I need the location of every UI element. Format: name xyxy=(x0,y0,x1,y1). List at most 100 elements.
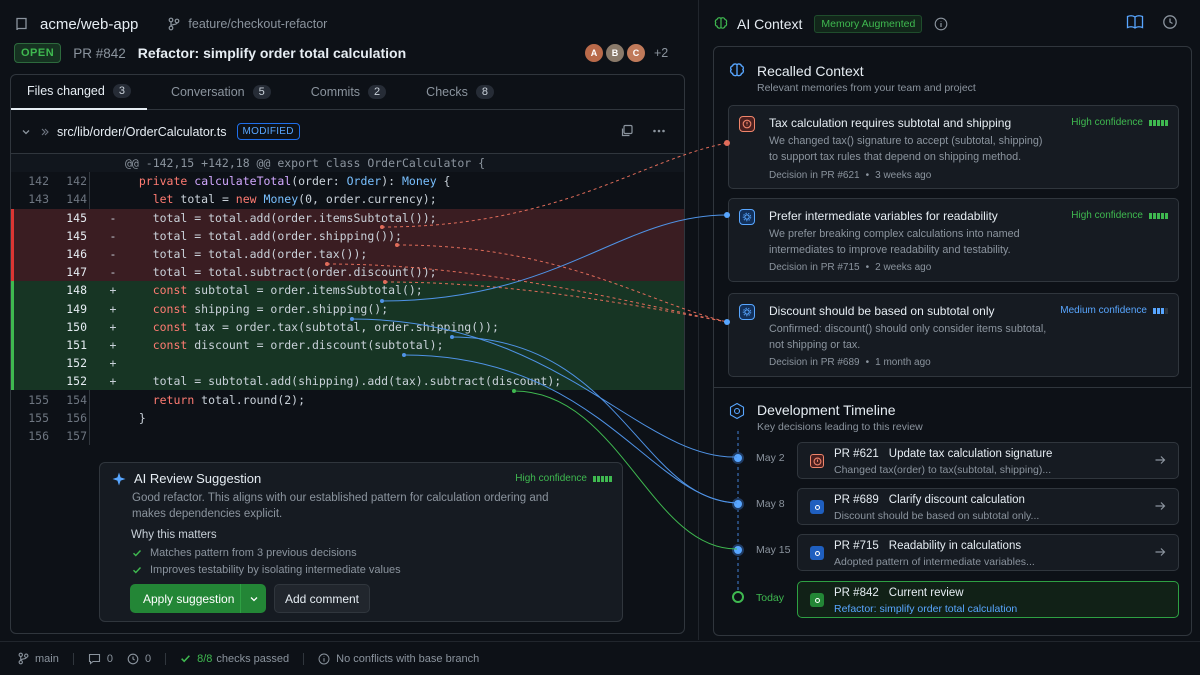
pr-number: PR #842 xyxy=(73,45,126,61)
tab-files-changed[interactable]: Files changed 3 xyxy=(11,75,147,110)
diff-line-added[interactable]: 148 + const subtotal = order.itemsSubtota… xyxy=(11,281,684,300)
footer-checks[interactable]: 8/8 checks passed xyxy=(180,653,289,665)
new-line-number: 152 xyxy=(66,356,87,371)
file-header: src/lib/order/OrderCalculator.ts MODIFIE… xyxy=(11,110,684,154)
diff-line-removed[interactable]: 145 - total = total.add(order.shipping())… xyxy=(11,226,684,246)
footer-branch[interactable]: main xyxy=(18,652,59,665)
apply-suggestion-button[interactable]: Apply suggestion xyxy=(130,584,266,613)
code-text: } xyxy=(125,410,146,425)
new-line-number: 142 xyxy=(66,174,87,189)
avatar[interactable]: A xyxy=(583,42,605,64)
diff-sign: - xyxy=(109,265,117,280)
ai-context-header: AI Context Memory Augmented xyxy=(713,13,948,35)
diff-sign: + xyxy=(109,283,117,298)
apply-label: Apply suggestion xyxy=(143,591,235,606)
timeline-date: Today xyxy=(756,592,785,604)
memory-title: Tax calculation requires subtotal and sh… xyxy=(769,116,1012,130)
avatar[interactable]: C xyxy=(625,42,647,64)
tab-conversation[interactable]: Conversation 5 xyxy=(155,75,287,110)
diff-line[interactable]: 156 157 xyxy=(11,427,684,445)
memory-card[interactable]: Tax calculation requires subtotal and sh… xyxy=(728,105,1179,189)
ai-context-title: AI Context xyxy=(737,16,803,32)
new-line-number: 157 xyxy=(66,428,87,443)
new-line-number: 150 xyxy=(66,319,87,334)
diff-line[interactable]: 155 156 } xyxy=(11,409,684,427)
memory-age: 3 weeks ago xyxy=(875,170,932,181)
new-line-number: 147 xyxy=(66,265,87,280)
tab-checks[interactable]: Checks 8 xyxy=(410,75,510,110)
brain-icon xyxy=(729,63,745,77)
more-reviewers[interactable]: +2 xyxy=(654,46,668,60)
arrow-right-icon[interactable] xyxy=(1154,500,1166,512)
chevron-down-icon[interactable] xyxy=(21,127,31,137)
code-text: total = total.add(order.shipping()); xyxy=(125,228,402,243)
timeline-icon xyxy=(729,402,745,420)
pr-title: Refactor: simplify order total calculati… xyxy=(137,45,407,61)
reviewer-avatars[interactable]: A B C +2 xyxy=(583,42,668,64)
new-line-number: 149 xyxy=(66,301,87,316)
timeline-item-current[interactable]: PR #842 Current review Refactor: simplify… xyxy=(797,581,1179,618)
diff-line-removed[interactable]: 147 - total = total.subtract(order.discou… xyxy=(11,263,684,282)
drag-handle-icon[interactable] xyxy=(39,127,49,137)
timeline-item[interactable]: PR #715 Readability in calculations Adopt… xyxy=(797,534,1179,571)
info-icon[interactable] xyxy=(934,17,948,31)
clock-icon xyxy=(127,653,139,664)
ai-review-suggestion: AI Review Suggestion High confidence Goo… xyxy=(99,462,623,622)
more-options-icon[interactable] xyxy=(652,124,666,138)
diff-line[interactable]: 142 142 private calculateTotal(order: Ord… xyxy=(11,172,684,190)
git-pull-request-icon xyxy=(814,597,820,603)
timeline-pr: PR #689 xyxy=(834,494,879,506)
diff-line[interactable]: 143 144 let total = new Money(0, order.cu… xyxy=(11,190,684,208)
add-comment-button[interactable]: Add comment xyxy=(274,584,370,613)
memory-title: Discount should be based on subtotal onl… xyxy=(769,304,995,318)
diff-line-removed[interactable]: 146 - total = total.add(order.tax()); xyxy=(11,244,684,264)
diff-panel: Files changed 3 Conversation 5 Commits 2 Ch… xyxy=(10,74,685,634)
memory-description: We prefer breaking complex calculations … xyxy=(769,228,1020,256)
settings-icon xyxy=(742,307,752,317)
brain-icon xyxy=(714,17,728,29)
arrow-right-icon[interactable] xyxy=(1154,454,1166,466)
diff-line-added[interactable]: 150 + const tax = order.tax(subtotal, ord… xyxy=(11,317,684,337)
memory-source[interactable]: Decision in PR #689 xyxy=(769,357,860,368)
old-line-number: 155 xyxy=(28,410,49,425)
memory-source[interactable]: Decision in PR #715 xyxy=(769,262,860,273)
diff-line-added[interactable]: 152 + total = subtotal.add(shipping).add(… xyxy=(11,372,684,391)
avatar[interactable]: B xyxy=(604,42,626,64)
pr-bar: OPEN PR #842 Refactor: simplify order to… xyxy=(14,42,406,64)
copy-icon[interactable] xyxy=(620,124,634,138)
diff-line[interactable]: 155 154 return total.round(2); xyxy=(11,390,684,408)
timeline-item[interactable]: PR #689 Clarify discount calculation Disc… xyxy=(797,488,1179,525)
timeline-subtitle: Key decisions leading to this review xyxy=(757,421,923,433)
footer-reviews[interactable]: 0 xyxy=(127,653,151,665)
file-path[interactable]: src/lib/order/OrderCalculator.ts xyxy=(57,125,227,139)
new-line-number: 152 xyxy=(66,374,87,389)
timeline-item-title: Current review xyxy=(888,587,964,599)
diff-sign: + xyxy=(109,337,117,352)
diff-line-added[interactable]: 151 + const discount = order.discount(sub… xyxy=(11,335,684,355)
repo-name[interactable]: acme/web-app xyxy=(40,16,138,33)
memory-card[interactable]: Prefer intermediate variables for readab… xyxy=(728,198,1179,282)
timeline-pr: PR #621 xyxy=(834,448,879,460)
confidence-indicator: Medium confidence xyxy=(1060,305,1168,316)
diff-line-added[interactable]: 149 + const shipping = order.shipping(); xyxy=(11,299,684,318)
memory-source[interactable]: Decision in PR #621 xyxy=(769,170,860,181)
footer-comments[interactable]: 0 xyxy=(88,653,113,665)
modified-badge: MODIFIED xyxy=(236,123,300,140)
arrow-right-icon[interactable] xyxy=(1154,546,1166,558)
check-icon xyxy=(133,550,142,557)
code-text: total = total.subtract(order.discount())… xyxy=(125,265,437,280)
history-icon[interactable] xyxy=(1162,14,1178,30)
diff-line-removed[interactable]: 145 - total = total.add(order.itemsSubtot… xyxy=(11,208,684,227)
book-icon[interactable] xyxy=(1126,14,1144,30)
diff-line-added[interactable]: 152 + xyxy=(11,354,684,373)
timeline-item-sub: Refactor: simplify order total calculati… xyxy=(834,603,1018,615)
tab-commits[interactable]: Commits 2 xyxy=(295,75,402,110)
memory-card[interactable]: Discount should be based on subtotal onl… xyxy=(728,293,1179,377)
timeline-item-sub: Changed tax(order) to tax(subtotal, ship… xyxy=(834,464,1052,476)
why-heading: Why this matters xyxy=(131,529,217,541)
apply-dropdown[interactable] xyxy=(240,584,266,613)
memory-description: Confirmed: discount() should only consid… xyxy=(769,323,1047,351)
branch-name[interactable]: feature/checkout-refactor xyxy=(168,17,327,31)
timeline-item[interactable]: PR #621 Update tax calculation signature … xyxy=(797,442,1179,479)
new-line-number: 151 xyxy=(66,337,87,352)
